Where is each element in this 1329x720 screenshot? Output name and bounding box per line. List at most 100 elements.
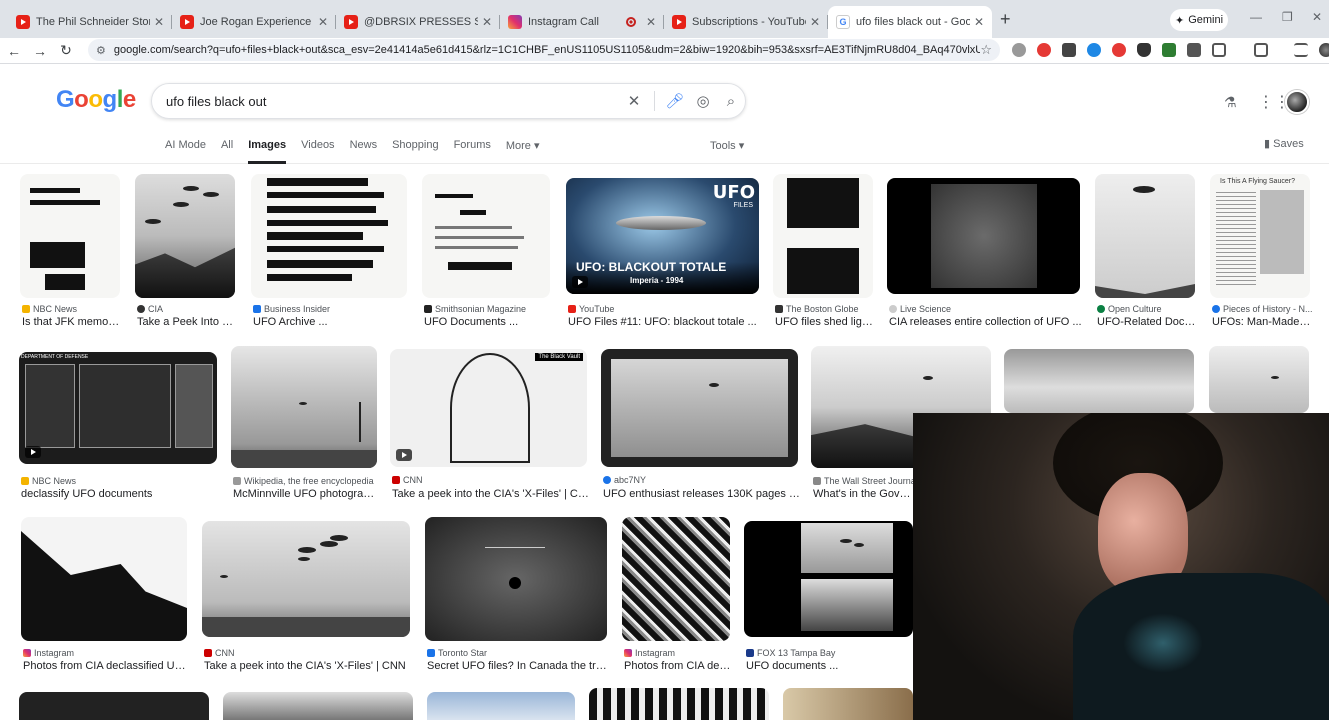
cast-icon[interactable] [1254, 43, 1268, 57]
image-result[interactable]: UFO FILES UFO: BLACKOUT TOTALE Imperia -… [566, 178, 759, 334]
close-icon[interactable]: ✕ [646, 15, 656, 29]
saves-button[interactable]: ▮ Saves [1264, 137, 1304, 150]
close-window-icon[interactable]: ✕ [1312, 10, 1322, 24]
shield-icon[interactable] [1137, 43, 1151, 57]
result-title[interactable]: UFO Files #11: UFO: blackout totale ... [568, 316, 761, 328]
reload-icon[interactable]: ↻ [54, 42, 78, 59]
thumbnail[interactable] [135, 174, 235, 298]
microphone-icon[interactable]: 🎤︎ [661, 92, 689, 110]
close-icon[interactable]: ✕ [318, 15, 328, 29]
result-title[interactable]: UFO Archive ... [253, 316, 409, 328]
thumbnail[interactable] [422, 174, 550, 298]
image-result[interactable]: Is This A Flying Saucer? Pieces of Histo… [1210, 174, 1312, 334]
adblock-icon[interactable] [1037, 43, 1051, 57]
search-input[interactable]: ufo files black out ✕ 🎤︎ ◎ ⌕ [151, 83, 746, 119]
thumbnail[interactable] [20, 174, 120, 298]
result-title[interactable]: CIA releases entire collection of UFO ..… [889, 316, 1082, 328]
bookmark-star-icon[interactable]: ☆ [980, 42, 992, 58]
image-result[interactable] [1209, 346, 1309, 413]
image-result[interactable]: Instagram Photos from CIA declassified U… [21, 517, 189, 673]
maximize-icon[interactable]: ❐ [1282, 10, 1293, 24]
thumbnail[interactable] [744, 521, 913, 637]
image-result[interactable] [427, 692, 575, 720]
queue-icon[interactable] [1294, 43, 1308, 57]
result-title[interactable]: What's in the Governm [813, 488, 915, 500]
tab-news[interactable]: News [350, 139, 378, 164]
thumbnail[interactable] [589, 688, 769, 720]
lens-icon[interactable]: ◎ [689, 92, 717, 110]
shield-check-icon[interactable] [1187, 43, 1201, 57]
site-info-icon[interactable]: ⚙ [96, 44, 106, 57]
close-icon[interactable]: ✕ [154, 15, 164, 29]
browser-tab-active[interactable]: Gufo files black out - Google Sea ✕ [828, 6, 992, 38]
image-result[interactable]: abc7NY UFO enthusiast releases 130K page… [601, 349, 800, 502]
result-title[interactable]: Take a peek into the CIA's 'X-Files' | C… [392, 488, 589, 500]
puzzle-icon[interactable] [1212, 43, 1226, 57]
result-title[interactable]: UFO files shed light ... [775, 316, 875, 328]
extension-icon[interactable] [1012, 43, 1026, 57]
profile-avatar[interactable] [1319, 43, 1329, 57]
image-result[interactable] [19, 692, 209, 720]
result-title[interactable]: Photos from CIA decl... [624, 660, 732, 672]
image-result[interactable] [223, 692, 413, 720]
tools-button[interactable]: Tools ▾ [710, 139, 744, 152]
image-result[interactable]: CNN Take a peek into the CIA's 'X-Files'… [202, 521, 410, 673]
thumbnail[interactable] [21, 517, 187, 641]
thumbnail[interactable] [1209, 346, 1309, 413]
image-result[interactable]: CIA Take a Peek Into Ou... [135, 174, 237, 334]
tab-videos[interactable]: Videos [301, 139, 334, 164]
thumbnail[interactable] [231, 346, 377, 468]
thumbnail[interactable] [223, 692, 413, 720]
gemini-button[interactable]: ✦ Gemini [1170, 9, 1228, 31]
thumbnail[interactable] [251, 174, 407, 298]
image-result[interactable]: Smithsonian Magazine UFO Documents ... [422, 174, 550, 334]
tab-forums[interactable]: Forums [454, 139, 491, 164]
result-title[interactable]: Take a peek into the CIA's 'X-Files' | C… [204, 660, 412, 672]
extension-icon[interactable] [1087, 43, 1101, 57]
search-query[interactable]: ufo files black out [166, 94, 620, 109]
image-result[interactable]: Instagram Photos from CIA decl... [622, 517, 732, 673]
result-title[interactable]: McMinnville UFO photographs... [233, 488, 379, 500]
thumbnail[interactable] [425, 517, 607, 641]
image-result[interactable]: FOX 13 Tampa Bay UFO documents ... [744, 521, 913, 673]
result-title[interactable]: Secret UFO files? In Canada the truth ..… [427, 660, 609, 672]
close-icon[interactable]: ✕ [482, 15, 492, 29]
thumbnail[interactable] [622, 517, 730, 641]
thumbnail[interactable] [19, 692, 209, 720]
result-title[interactable]: Is that JFK memo t... [22, 316, 122, 328]
extension-icon[interactable] [1062, 43, 1076, 57]
tab-shopping[interactable]: Shopping [392, 139, 439, 164]
browser-tab[interactable]: Instagram Call ✕ [500, 7, 664, 37]
forward-icon[interactable]: → [28, 43, 52, 59]
extension-icon[interactable] [1162, 43, 1176, 57]
browser-tab[interactable]: Joe Rogan Experience #2416 - ✕ [172, 7, 336, 37]
image-result[interactable]: Live Science CIA releases entire collect… [887, 178, 1082, 334]
thumbnail[interactable]: The Black Vault [390, 349, 587, 467]
thumbnail[interactable]: Is This A Flying Saucer? [1210, 174, 1310, 298]
search-icon[interactable]: ⌕ [717, 93, 745, 110]
image-result[interactable]: NBC News Is that JFK memo t... [20, 174, 122, 334]
thumbnail[interactable]: DEPARTMENT OF DEFENSE [19, 352, 217, 464]
thumbnail[interactable] [601, 349, 798, 467]
close-icon[interactable]: ✕ [974, 15, 984, 29]
result-title[interactable]: Photos from CIA declassified UFO ... [23, 660, 189, 672]
google-logo[interactable]: Google [56, 86, 136, 114]
result-title[interactable]: UFOs: Man-Made, ... [1212, 316, 1312, 328]
result-title[interactable]: declassify UFO documents [21, 488, 219, 500]
browser-tab[interactable]: @DBRSIX PRESSES Security! ✕ [336, 7, 500, 37]
image-result[interactable] [589, 688, 769, 720]
thumbnail[interactable] [1095, 174, 1195, 298]
thumbnail[interactable] [427, 692, 575, 720]
thumbnail[interactable] [202, 521, 410, 637]
result-title[interactable]: UFO documents ... [746, 660, 915, 672]
image-result[interactable]: The Black Vault CNN Take a peek into the… [390, 349, 589, 502]
image-result[interactable] [783, 688, 913, 720]
image-result[interactable]: The Boston Globe UFO files shed light ..… [773, 174, 875, 334]
back-icon[interactable]: ← [2, 43, 26, 59]
image-result[interactable]: Business Insider UFO Archive ... [251, 174, 407, 334]
image-result[interactable]: DEPARTMENT OF DEFENSE NBC News declassif… [19, 352, 217, 502]
result-title[interactable]: UFO enthusiast releases 130K pages of ..… [603, 488, 800, 500]
extension-icon[interactable] [1112, 43, 1126, 57]
new-tab-button[interactable]: + [1000, 9, 1020, 30]
tab-images[interactable]: Images [248, 139, 287, 164]
